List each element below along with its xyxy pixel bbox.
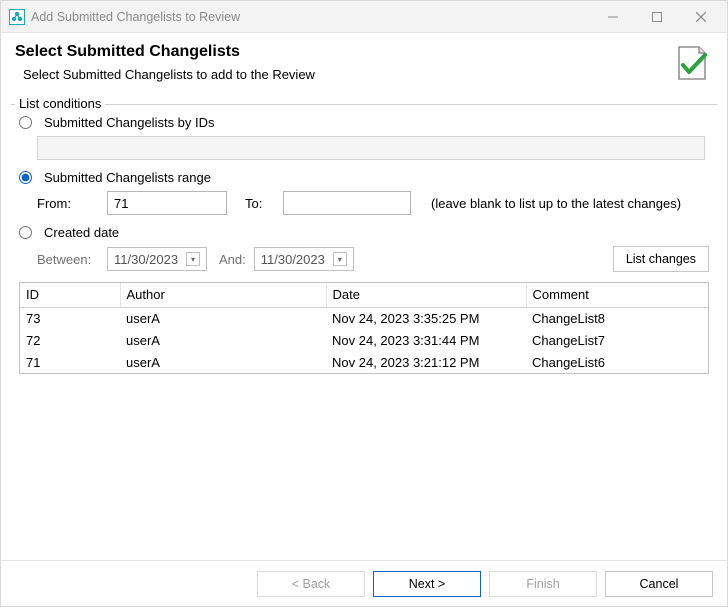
to-input[interactable] [283,191,411,215]
list-changes-button[interactable]: List changes [613,246,709,272]
and-date-value: 11/30/2023 [261,252,325,267]
page-title: Select Submitted Changelists [15,43,671,61]
radio-range[interactable] [19,171,32,184]
page-description: Select Submitted Changelists to add to t… [23,67,671,82]
wizard-footer: < Back Next > Finish Cancel [1,560,727,606]
table-header-row: ID Author Date Comment [20,283,708,307]
cell-id: 72 [20,329,120,351]
list-conditions-legend: List conditions [15,96,105,111]
range-hint: (leave blank to list up to the latest ch… [431,196,681,211]
and-label: And: [219,252,246,267]
cell-comment: ChangeList8 [526,307,708,329]
column-header-date[interactable]: Date [326,283,526,307]
cell-date: Nov 24, 2023 3:35:25 PM [326,307,526,329]
radio-range-label[interactable]: Submitted Changelists range [44,170,211,185]
cell-author: userA [120,351,326,373]
titlebar: Add Submitted Changelists to Review [1,1,727,33]
table-row[interactable]: 73 userA Nov 24, 2023 3:35:25 PM ChangeL… [20,307,708,329]
table-row[interactable]: 71 userA Nov 24, 2023 3:21:12 PM ChangeL… [20,351,708,373]
from-input[interactable] [107,191,227,215]
radio-created-date-label[interactable]: Created date [44,225,119,240]
between-label: Between: [37,252,99,267]
list-conditions-group: List conditions Submitted Changelists by… [11,104,717,380]
radio-by-ids[interactable] [19,116,32,129]
ids-input[interactable] [37,136,705,160]
to-label: To: [245,196,275,211]
app-icon [9,9,25,25]
from-label: From: [37,196,99,211]
cancel-button[interactable]: Cancel [605,571,713,597]
between-date-value: 11/30/2023 [114,252,178,267]
cell-author: userA [120,329,326,351]
cell-id: 73 [20,307,120,329]
window-maximize-button[interactable] [635,2,679,32]
radio-by-ids-label[interactable]: Submitted Changelists by IDs [44,115,215,130]
cell-date: Nov 24, 2023 3:21:12 PM [326,351,526,373]
window-title: Add Submitted Changelists to Review [31,10,591,24]
checkmark-page-icon [671,43,711,88]
cell-comment: ChangeList6 [526,351,708,373]
finish-button[interactable]: Finish [489,571,597,597]
radio-created-date[interactable] [19,226,32,239]
window-close-button[interactable] [679,2,723,32]
changelists-table: ID Author Date Comment 73 userA Nov 24, … [19,282,709,374]
table-row[interactable]: 72 userA Nov 24, 2023 3:31:44 PM ChangeL… [20,329,708,351]
column-header-id[interactable]: ID [20,283,120,307]
cell-id: 71 [20,351,120,373]
column-header-comment[interactable]: Comment [526,283,708,307]
calendar-icon: ▾ [333,252,347,266]
column-header-author[interactable]: Author [120,283,326,307]
cell-author: userA [120,307,326,329]
calendar-icon: ▾ [186,252,200,266]
next-button[interactable]: Next > [373,571,481,597]
cell-date: Nov 24, 2023 3:31:44 PM [326,329,526,351]
cell-comment: ChangeList7 [526,329,708,351]
back-button[interactable]: < Back [257,571,365,597]
between-date-input[interactable]: 11/30/2023 ▾ [107,247,207,271]
and-date-input[interactable]: 11/30/2023 ▾ [254,247,354,271]
window-minimize-button[interactable] [591,2,635,32]
page-header: Select Submitted Changelists Select Subm… [1,33,727,96]
